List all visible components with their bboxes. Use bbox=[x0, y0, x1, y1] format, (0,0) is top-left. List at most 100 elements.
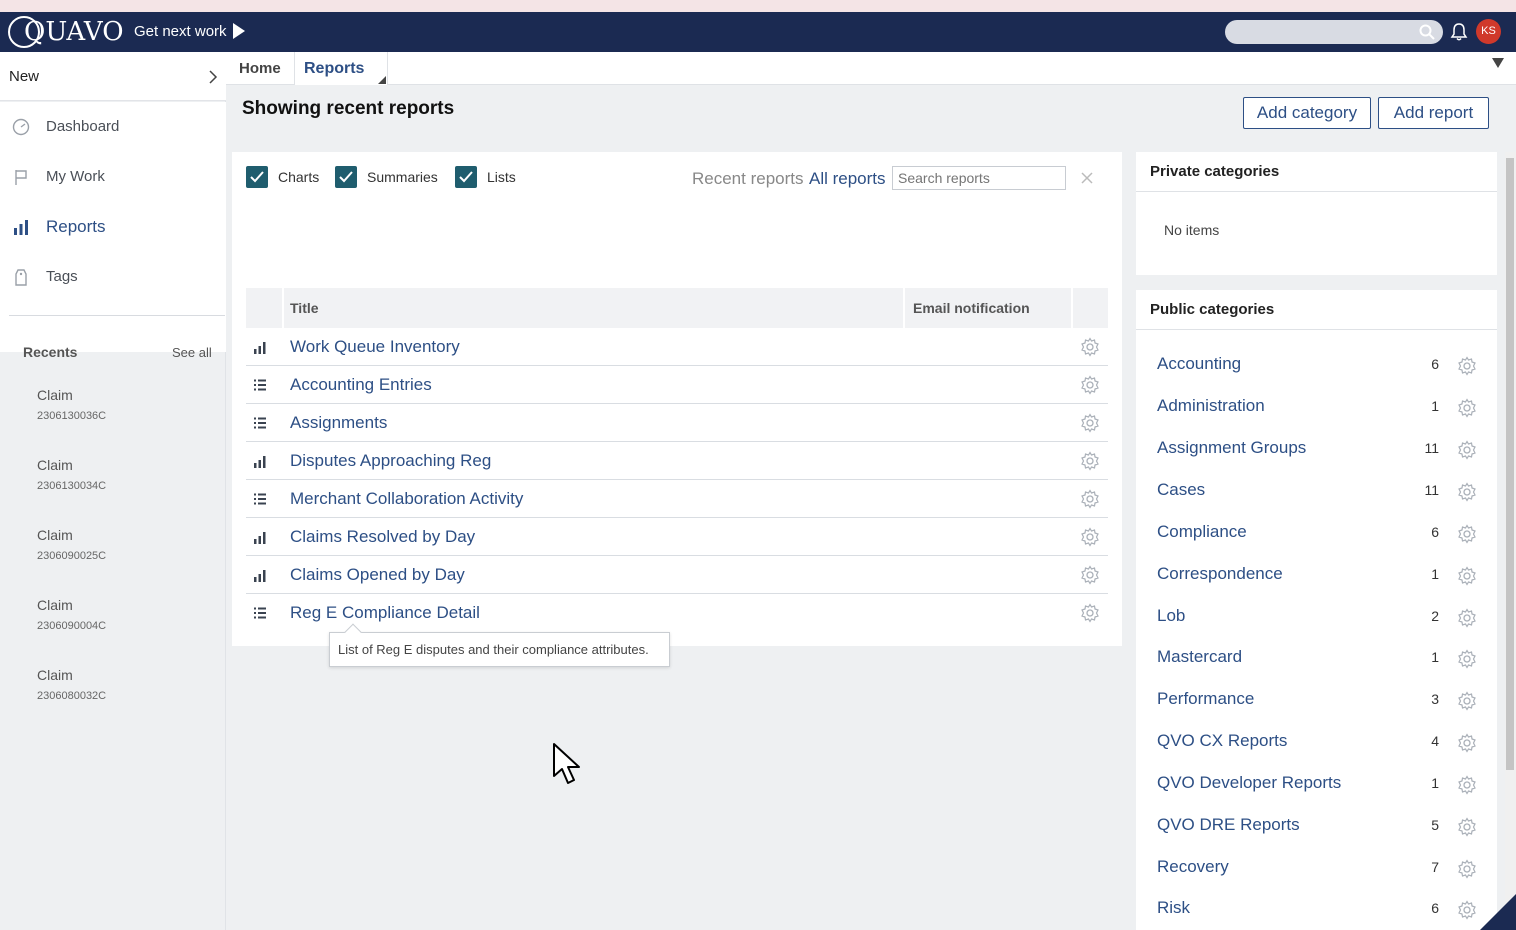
category-item[interactable]: Risk 6 bbox=[1136, 888, 1497, 930]
gear-icon[interactable] bbox=[1080, 527, 1100, 547]
gear-icon[interactable] bbox=[1457, 482, 1477, 502]
category-item[interactable]: Recovery 7 bbox=[1136, 847, 1497, 889]
category-item[interactable]: QVO Developer Reports 1 bbox=[1136, 763, 1497, 805]
report-title-link[interactable]: Merchant Collaboration Activity bbox=[290, 480, 523, 517]
category-name[interactable]: QVO DRE Reports bbox=[1157, 815, 1300, 835]
gear-icon[interactable] bbox=[1457, 733, 1477, 753]
category-count: 11 bbox=[1424, 440, 1439, 456]
gear-icon[interactable] bbox=[1457, 608, 1477, 628]
quavo-logo[interactable]: QUAVO bbox=[8, 16, 124, 48]
recent-item[interactable]: Claim 2306080032C bbox=[37, 667, 217, 702]
sidebar-item-dashboard[interactable]: Dashboard bbox=[0, 102, 226, 152]
reports-panel: Charts Summaries Lists Recent reports Al… bbox=[232, 152, 1122, 646]
category-item[interactable]: Assignment Groups 11 bbox=[1136, 428, 1497, 470]
table-row[interactable]: Claims Opened by Day bbox=[246, 556, 1108, 594]
new-menu-button[interactable]: New bbox=[0, 52, 226, 101]
gear-icon[interactable] bbox=[1457, 566, 1477, 586]
category-item[interactable]: QVO CX Reports 4 bbox=[1136, 721, 1497, 763]
sidebar-item-reports[interactable]: Reports bbox=[0, 202, 226, 252]
gear-icon[interactable] bbox=[1080, 451, 1100, 471]
recent-item[interactable]: Claim 2306130036C bbox=[37, 387, 217, 422]
category-name[interactable]: Accounting bbox=[1157, 354, 1241, 374]
gear-icon[interactable] bbox=[1457, 440, 1477, 460]
report-title-link[interactable]: Disputes Approaching Reg bbox=[290, 442, 491, 479]
category-item[interactable]: Mastercard 1 bbox=[1136, 637, 1497, 679]
report-title-link[interactable]: Claims Opened by Day bbox=[290, 556, 465, 593]
gear-icon[interactable] bbox=[1457, 859, 1477, 879]
see-all-link[interactable]: See all bbox=[172, 345, 212, 360]
category-name[interactable]: Risk bbox=[1157, 898, 1190, 918]
gear-icon[interactable] bbox=[1457, 524, 1477, 544]
search-reports-input[interactable] bbox=[892, 166, 1066, 190]
gear-icon[interactable] bbox=[1080, 489, 1100, 509]
scrollbar-thumb[interactable] bbox=[1506, 158, 1514, 770]
report-title-link[interactable]: Work Queue Inventory bbox=[290, 328, 460, 365]
table-row[interactable]: Accounting Entries bbox=[246, 366, 1108, 404]
avatar[interactable]: KS bbox=[1476, 19, 1501, 44]
category-name[interactable]: Lob bbox=[1157, 606, 1185, 626]
category-name[interactable]: Compliance bbox=[1157, 522, 1247, 542]
sidebar-item-tags[interactable]: Tags bbox=[0, 252, 226, 302]
gear-icon[interactable] bbox=[1080, 375, 1100, 395]
category-name[interactable]: Cases bbox=[1157, 480, 1205, 500]
gear-icon[interactable] bbox=[1457, 900, 1477, 920]
category-name[interactable]: Recovery bbox=[1157, 857, 1229, 877]
category-name[interactable]: Administration bbox=[1157, 396, 1265, 416]
report-title-link[interactable]: Assignments bbox=[290, 404, 387, 441]
report-title-link[interactable]: Accounting Entries bbox=[290, 366, 432, 403]
add-category-button[interactable]: Add category bbox=[1243, 97, 1371, 129]
lists-checkbox[interactable]: Lists bbox=[455, 166, 516, 188]
gear-icon[interactable] bbox=[1080, 565, 1100, 585]
table-row[interactable]: Merchant Collaboration Activity bbox=[246, 480, 1108, 518]
sidebar-item-my-work[interactable]: My Work bbox=[0, 152, 226, 202]
category-name[interactable]: QVO Developer Reports bbox=[1157, 773, 1341, 793]
gear-icon[interactable] bbox=[1457, 356, 1477, 376]
report-title-link[interactable]: Reg E Compliance Detail bbox=[290, 594, 480, 631]
gear-icon[interactable] bbox=[1457, 398, 1477, 418]
recent-item[interactable]: Claim 2306130034C bbox=[37, 457, 217, 492]
report-title-link[interactable]: Claims Resolved by Day bbox=[290, 518, 475, 555]
recent-reports-link[interactable]: Recent reports bbox=[692, 169, 804, 189]
add-report-button[interactable]: Add report bbox=[1378, 97, 1489, 129]
tab-home[interactable]: Home bbox=[239, 52, 281, 85]
all-reports-link[interactable]: All reports bbox=[809, 169, 886, 189]
category-item[interactable]: Correspondence 1 bbox=[1136, 554, 1497, 596]
gear-icon[interactable] bbox=[1457, 691, 1477, 711]
table-row[interactable]: Reg E Compliance Detail bbox=[246, 594, 1108, 632]
gear-icon[interactable] bbox=[1457, 817, 1477, 837]
gear-icon[interactable] bbox=[1457, 649, 1477, 669]
gear-icon[interactable] bbox=[1080, 603, 1100, 623]
category-name[interactable]: QVO CX Reports bbox=[1157, 731, 1287, 751]
tab-reports[interactable]: Reports bbox=[294, 52, 388, 85]
bell-icon[interactable] bbox=[1449, 22, 1469, 42]
global-search-input[interactable] bbox=[1225, 20, 1443, 44]
category-name[interactable]: Performance bbox=[1157, 689, 1254, 709]
summaries-checkbox[interactable]: Summaries bbox=[335, 166, 438, 188]
close-icon[interactable] bbox=[1079, 170, 1095, 186]
category-item[interactable]: Lob 2 bbox=[1136, 596, 1497, 638]
category-item[interactable]: Performance 3 bbox=[1136, 679, 1497, 721]
category-item[interactable]: Administration 1 bbox=[1136, 386, 1497, 428]
gear-icon[interactable] bbox=[1080, 337, 1100, 357]
category-item[interactable]: Cases 11 bbox=[1136, 470, 1497, 512]
table-row[interactable]: Claims Resolved by Day bbox=[246, 518, 1108, 556]
gear-icon[interactable] bbox=[1457, 775, 1477, 795]
category-item[interactable]: Compliance 6 bbox=[1136, 512, 1497, 554]
category-name[interactable]: Assignment Groups bbox=[1157, 438, 1306, 458]
category-item[interactable]: Accounting 6 bbox=[1136, 344, 1497, 386]
category-name[interactable]: Mastercard bbox=[1157, 647, 1242, 667]
get-next-work-button[interactable]: Get next work bbox=[134, 12, 245, 52]
search-icon[interactable] bbox=[1419, 24, 1435, 40]
recent-item[interactable]: Claim 2306090025C bbox=[37, 527, 217, 562]
column-title-header[interactable]: Title bbox=[290, 288, 319, 328]
tabs-dropdown-icon[interactable] bbox=[1492, 58, 1504, 68]
table-row[interactable]: Assignments bbox=[246, 404, 1108, 442]
table-row[interactable]: Work Queue Inventory bbox=[246, 328, 1108, 366]
table-row[interactable]: Disputes Approaching Reg bbox=[246, 442, 1108, 480]
recent-item[interactable]: Claim 2306090004C bbox=[37, 597, 217, 632]
category-name[interactable]: Correspondence bbox=[1157, 564, 1283, 584]
charts-checkbox[interactable]: Charts bbox=[246, 166, 319, 188]
gear-icon[interactable] bbox=[1080, 413, 1100, 433]
category-item[interactable]: QVO DRE Reports 5 bbox=[1136, 805, 1497, 847]
column-email-header[interactable]: Email notification bbox=[913, 288, 1030, 328]
